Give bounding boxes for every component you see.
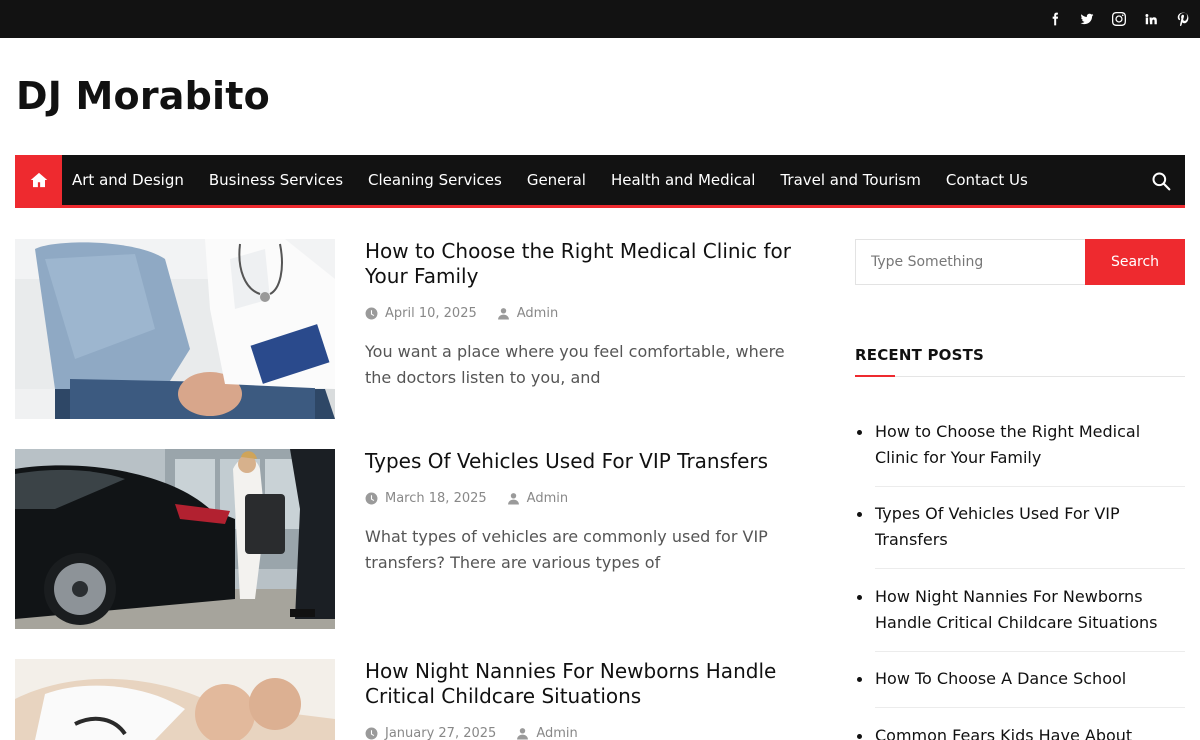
- post-card: Types Of Vehicles Used For VIP Transfers…: [15, 449, 825, 629]
- nav-item-art-and-design[interactable]: Art and Design: [72, 171, 196, 189]
- nav-item-travel-and-tourism[interactable]: Travel and Tourism: [768, 171, 933, 189]
- recent-post-item[interactable]: How to Choose the Right Medical Clinic f…: [855, 419, 1185, 487]
- user-icon: [507, 493, 519, 505]
- widget-title-divider: [855, 375, 1185, 377]
- nav-menu: Art and Design Business Services Cleanin…: [72, 155, 1040, 205]
- home-icon: [30, 172, 47, 188]
- facebook-icon[interactable]: [1046, 10, 1064, 28]
- post-body: How to Choose the Right Medical Clinic f…: [365, 239, 815, 391]
- main-navigation: Art and Design Business Services Cleanin…: [15, 155, 1185, 208]
- post-meta: March 18, 2025 Admin: [365, 491, 815, 506]
- recent-post-item[interactable]: Common Fears Kids Have About Starting Nu…: [855, 723, 1185, 740]
- post-card: How Night Nannies For Newborns Handle Cr…: [15, 659, 825, 740]
- site-title[interactable]: DJ Morabito: [16, 74, 270, 118]
- home-button[interactable]: [15, 155, 62, 205]
- social-links: [1046, 0, 1192, 38]
- user-icon: [497, 308, 509, 320]
- search-icon: [1152, 172, 1171, 191]
- linkedin-icon[interactable]: [1142, 10, 1160, 28]
- post-date[interactable]: January 27, 2025: [365, 726, 496, 740]
- user-icon: [517, 728, 529, 740]
- post-date[interactable]: March 18, 2025: [365, 491, 487, 506]
- sidebar: Search RECENT POSTS How to Choose the Ri…: [855, 239, 1185, 740]
- post-card: How to Choose the Right Medical Clinic f…: [15, 239, 825, 419]
- clock-icon: [365, 307, 378, 320]
- post-meta: April 10, 2025 Admin: [365, 306, 815, 321]
- clock-icon: [365, 727, 378, 740]
- recent-post-item[interactable]: How Night Nannies For Newborns Handle Cr…: [855, 584, 1185, 652]
- recent-post-item[interactable]: How To Choose A Dance School: [855, 666, 1185, 708]
- post-date[interactable]: April 10, 2025: [365, 306, 477, 321]
- post-title[interactable]: Types Of Vehicles Used For VIP Transfers: [365, 449, 815, 474]
- nav-item-health-and-medical[interactable]: Health and Medical: [598, 171, 767, 189]
- twitter-icon[interactable]: [1078, 10, 1096, 28]
- nav-item-contact-us[interactable]: Contact Us: [933, 171, 1040, 189]
- instagram-icon[interactable]: [1110, 10, 1128, 28]
- post-meta: January 27, 2025 Admin: [365, 726, 815, 740]
- post-thumbnail[interactable]: [15, 449, 335, 629]
- post-thumbnail[interactable]: [15, 659, 335, 740]
- post-excerpt: What types of vehicles are commonly used…: [365, 527, 768, 572]
- post-title[interactable]: How Night Nannies For Newborns Handle Cr…: [365, 659, 815, 709]
- post-author[interactable]: Admin: [497, 306, 558, 321]
- top-bar: [0, 0, 1200, 38]
- post-thumbnail[interactable]: [15, 239, 335, 419]
- nav-item-business-services[interactable]: Business Services: [196, 171, 355, 189]
- post-author[interactable]: Admin: [507, 491, 568, 506]
- nav-item-general[interactable]: General: [514, 171, 598, 189]
- nav-search-button[interactable]: [1151, 171, 1171, 191]
- post-title[interactable]: How to Choose the Right Medical Clinic f…: [365, 239, 815, 289]
- clock-icon: [365, 492, 378, 505]
- recent-posts-title: RECENT POSTS: [855, 346, 985, 364]
- search-button[interactable]: Search: [1085, 239, 1185, 285]
- post-excerpt: You want a place where you feel comforta…: [365, 342, 785, 387]
- post-author[interactable]: Admin: [516, 726, 578, 740]
- nav-item-cleaning-services[interactable]: Cleaning Services: [356, 171, 515, 189]
- search-input[interactable]: [855, 239, 1085, 285]
- recent-posts-list: How to Choose the Right Medical Clinic f…: [855, 419, 1185, 740]
- post-body: Types Of Vehicles Used For VIP Transfers…: [365, 449, 815, 576]
- pinterest-icon[interactable]: [1174, 10, 1192, 28]
- post-body: How Night Nannies For Newborns Handle Cr…: [365, 659, 815, 740]
- sidebar-search: Search: [855, 239, 1185, 285]
- recent-post-item[interactable]: Types Of Vehicles Used For VIP Transfers: [855, 501, 1185, 569]
